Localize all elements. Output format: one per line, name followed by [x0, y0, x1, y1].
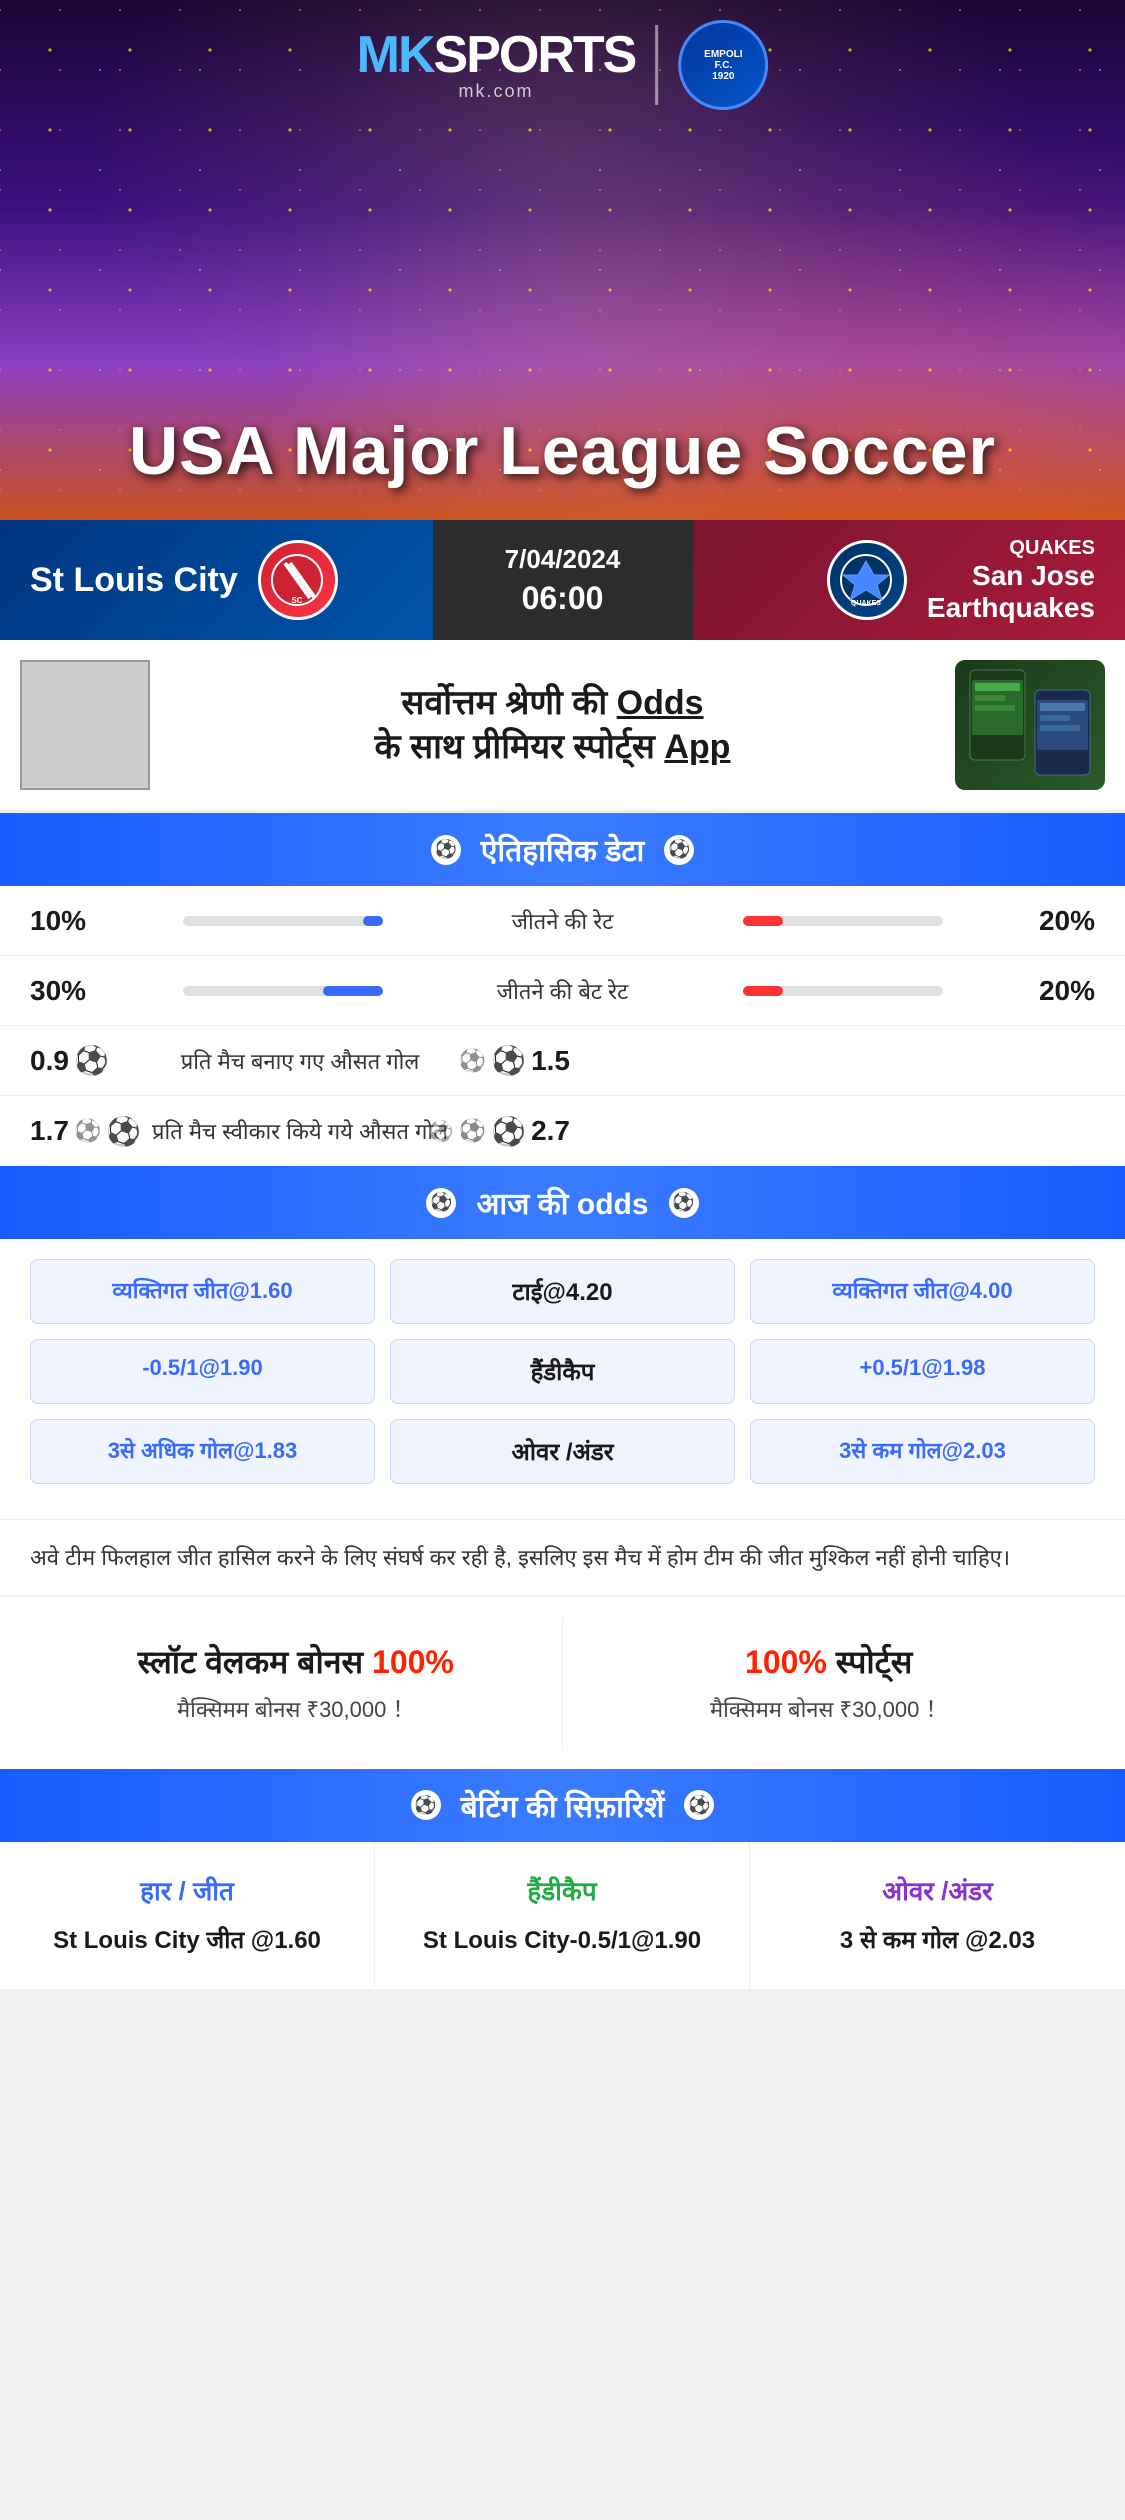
stat-row-goals-made: 0.9 ⚽ प्रति मैच बनाए गए औसत गोल ⚽ ⚽ 1.5 [0, 1026, 1125, 1096]
odds-over[interactable]: 3से अधिक गोल@1.83 [30, 1419, 375, 1484]
bonus-sports-title: 100% स्पोर्ट्स [583, 1642, 1076, 1684]
rec-type-handicap: हैंडीकैप [395, 1872, 729, 1908]
bar-fill-away-bet [743, 986, 783, 996]
bonus-sports-card[interactable]: 100% स्पोर्ट्स मैक्सिमम बोनस ₹30,000 ！ [563, 1617, 1096, 1749]
odds-row-win: व्यक्तिगत जीत@1.60 टाई@4.20 व्यक्तिगत जी… [30, 1259, 1095, 1324]
hero-title: USA Major League Soccer [0, 412, 1125, 490]
bar-fill-away-win [743, 916, 783, 926]
ad-logo [20, 660, 150, 790]
stat-row-bet-rate: 30% जीतने की बेट रेट 20% [0, 956, 1125, 1026]
notice-content: अवे टीम फिलहाल जीत हासिल करने के लिए संघ… [30, 1545, 1010, 1570]
ad-text-content: सर्वोत्तम श्रेणी की Odds के साथ प्रीमियर… [170, 681, 935, 769]
ad-title: सर्वोत्तम श्रेणी की Odds के साथ प्रीमियर… [170, 681, 935, 769]
rec-cell-handicap: हैंडीकैप St Louis City-0.5/1@1.90 [375, 1842, 750, 1989]
away-team-section: QUAKES QUAKES San JoseEarthquakes [693, 520, 1125, 640]
notice-text: अवे टीम फिलहाल जीत हासिल करने के लिए संघ… [0, 1519, 1125, 1595]
rec-type-ou: ओवर /अंडर [770, 1872, 1105, 1908]
odds-ball-icon-left: ⚽ [426, 1188, 456, 1218]
stat-label-win-rate: जीतने की रेट [413, 906, 713, 936]
rec-grid: हार / जीत St Louis City जीत @1.60 हैंडीक… [0, 1842, 1125, 1989]
bonus-slot-card[interactable]: स्लॉट वेलकम बोनस 100% मैक्सिमम बोनस ₹30,… [30, 1617, 563, 1749]
historical-title: ऐतिहासिक डेटा [481, 829, 645, 870]
stat-away-win-rate: 20% [975, 905, 1095, 937]
odds-section-content: व्यक्तिगत जीत@1.60 टाई@4.20 व्यक्तिगत जी… [0, 1239, 1125, 1519]
ball-icon-away-2b: ⚽ [459, 1118, 486, 1144]
stat-bar-home-win [150, 916, 413, 926]
svg-text:SC: SC [292, 596, 303, 605]
away-team-logo: QUAKES [827, 540, 907, 620]
stat-home-bet-rate: 30% [30, 975, 150, 1007]
home-team-section: St Louis City SC [0, 520, 433, 640]
ball-icon-home-2b: ⚽ [106, 1115, 141, 1148]
stat-home-win-rate: 10% [30, 905, 150, 937]
odds-section-header: ⚽ आज की odds ⚽ [0, 1166, 1125, 1239]
odds-away-win[interactable]: व्यक्तिगत जीत@4.00 [750, 1259, 1095, 1324]
stat-home-goals-conceded: 1.7 ⚽ ⚽ [30, 1115, 150, 1148]
rec-ball-icon-left: ⚽ [411, 1790, 441, 1820]
svg-text:QUAKES: QUAKES [851, 600, 881, 607]
ball-icon-away-1a: ⚽ [459, 1048, 486, 1074]
bonus-slot-subtitle: मैक्सिमम बोनस ₹30,000 ！ [50, 1692, 542, 1724]
soccer-ball-icon-right: ⚽ [664, 835, 694, 865]
rec-value-win: St Louis City जीत @1.60 [20, 1923, 354, 1959]
home-team-logo: SC [258, 540, 338, 620]
stat-home-goals-made: 0.9 ⚽ [30, 1044, 150, 1077]
home-team-name: St Louis City [30, 561, 238, 600]
odds-ou-label: ओवर /अंडर [390, 1419, 735, 1484]
bar-fill-home-bet [323, 986, 383, 996]
match-time: 06:00 [522, 580, 604, 617]
odds-row-ou: 3से अधिक गोल@1.83 ओवर /अंडर 3से कम गोल@2… [30, 1419, 1095, 1484]
ad-banner: सर्वोत्तम श्रेणी की Odds के साथ प्रीमियर… [0, 640, 1125, 813]
rec-value-handicap: St Louis City-0.5/1@1.90 [395, 1923, 729, 1959]
historical-section-header: ⚽ ऐतिहासिक डेटा ⚽ [0, 813, 1125, 886]
rec-content: हार / जीत St Louis City जीत @1.60 हैंडीक… [0, 1842, 1125, 1989]
bonus-sports-subtitle: मैक्सिमम बोनस ₹30,000 ！ [583, 1692, 1076, 1724]
stat-bar-home-bet [150, 986, 413, 996]
ball-icon-away-2a: ⚽ [429, 1119, 454, 1144]
stat-bar-away-win [713, 916, 976, 926]
rec-cell-ou: ओवर /अंडर 3 से कम गोल @2.03 [750, 1842, 1125, 1989]
odds-title: आज की odds [476, 1182, 648, 1223]
stat-row-goals-conceded: 1.7 ⚽ ⚽ प्रति मैच स्वीकार किये गये औसत ग… [0, 1096, 1125, 1166]
stat-bar-away-bet [713, 986, 976, 996]
rec-type-win: हार / जीत [20, 1872, 354, 1908]
stat-label-goals-conceded: प्रति मैच स्वीकार किये गये औसत गोल [150, 1116, 450, 1146]
away-team-name: San JoseEarthquakes [927, 560, 1095, 624]
ball-icon-home-1: ⚽ [74, 1044, 109, 1077]
odds-under[interactable]: 3से कम गोल@2.03 [750, 1419, 1095, 1484]
stat-label-goals-made: प्रति मैच बनाए गए औसत गोल [150, 1046, 450, 1076]
ball-icon-home-2a: ⚽ [74, 1118, 101, 1144]
odds-handicap-label: हैंडीकैप [390, 1339, 735, 1404]
stat-away-goals-conceded: ⚽ ⚽ ⚽ 2.7 [450, 1115, 570, 1148]
match-center: 7/04/2024 06:00 [433, 520, 693, 640]
match-date: 7/04/2024 [505, 544, 621, 575]
odds-away-handicap[interactable]: +0.5/1@1.98 [750, 1339, 1095, 1404]
odds-home-win[interactable]: व्यक्तिगत जीत@1.60 [30, 1259, 375, 1324]
match-header: St Louis City SC 7/04/2024 06:00 QUAKES … [0, 520, 1125, 640]
stats-section: 10% जीतने की रेट 20% 30% जीतने की बेट रे… [0, 886, 1125, 1166]
odds-row-handicap: -0.5/1@1.90 हैंडीकैप +0.5/1@1.98 [30, 1339, 1095, 1404]
away-team-short: QUAKES [927, 537, 1095, 560]
odds-tie[interactable]: टाई@4.20 [390, 1259, 735, 1324]
ball-icon-away-1b: ⚽ [491, 1044, 526, 1077]
odds-home-handicap[interactable]: -0.5/1@1.90 [30, 1339, 375, 1404]
rec-value-ou: 3 से कम गोल @2.03 [770, 1923, 1105, 1959]
app-mockup [955, 660, 1105, 790]
stat-away-bet-rate: 20% [975, 975, 1095, 1007]
rec-title: बेटिंग की सिफ़ारिशें [461, 1785, 665, 1826]
rec-section-header: ⚽ बेटिंग की सिफ़ारिशें ⚽ [0, 1769, 1125, 1842]
ball-icon-away-2c: ⚽ [491, 1115, 526, 1148]
soccer-ball-icon-left: ⚽ [431, 835, 461, 865]
stat-label-bet-rate: जीतने की बेट रेट [413, 976, 713, 1006]
odds-ball-icon-right: ⚽ [669, 1188, 699, 1218]
stat-away-goals-made: ⚽ ⚽ 1.5 [450, 1044, 570, 1077]
bar-fill-home-win [363, 916, 383, 926]
stat-row-win-rate: 10% जीतने की रेट 20% [0, 886, 1125, 956]
bonus-slot-title: स्लॉट वेलकम बोनस 100% [50, 1642, 542, 1684]
rec-ball-icon-right: ⚽ [684, 1790, 714, 1820]
hero-section: MKSPORTS mk.com EMPOLIF.C.1920 USA Major… [0, 0, 1125, 520]
bonus-section: स्लॉट वेलकम बोनस 100% मैक्सिमम बोनस ₹30,… [0, 1595, 1125, 1769]
rec-cell-win: हार / जीत St Louis City जीत @1.60 [0, 1842, 375, 1989]
